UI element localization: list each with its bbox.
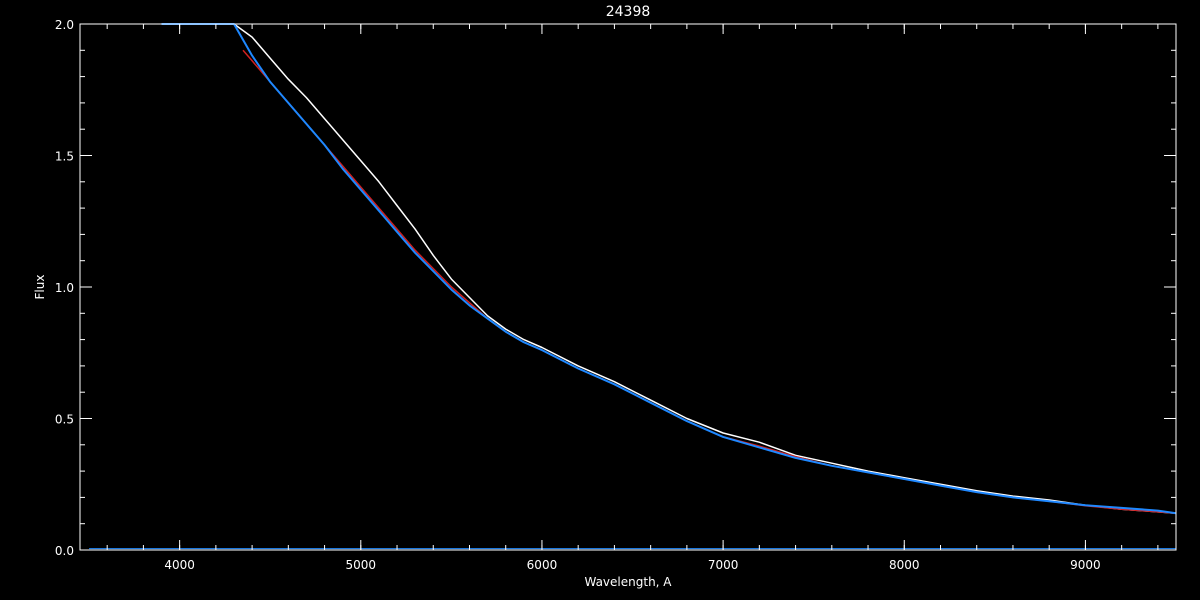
y-tick-label: 2.0 xyxy=(55,18,74,32)
y-tick-label: 1.0 xyxy=(55,281,74,295)
x-axis-label: Wavelength, A xyxy=(584,575,672,589)
chart-title: 24398 xyxy=(606,4,651,20)
x-tick-label: 9000 xyxy=(1070,558,1101,572)
x-tick-label: 4000 xyxy=(164,558,195,572)
x-tick-label: 5000 xyxy=(346,558,377,572)
x-tick-label: 7000 xyxy=(708,558,739,572)
spectrum-chart: 4000 5000 6000 7000 8000 90000.00.51.01.52.0 … xyxy=(0,0,1200,600)
y-tick-label: 1.5 xyxy=(55,150,74,164)
y-axis-label: Flux xyxy=(33,275,47,300)
y-tick-label: 0.0 xyxy=(55,544,74,558)
x-tick-label: 6000 xyxy=(527,558,558,572)
chart-background xyxy=(0,0,1200,600)
x-tick-label: 8000 xyxy=(889,558,920,572)
y-tick-label: 0.5 xyxy=(55,413,74,427)
